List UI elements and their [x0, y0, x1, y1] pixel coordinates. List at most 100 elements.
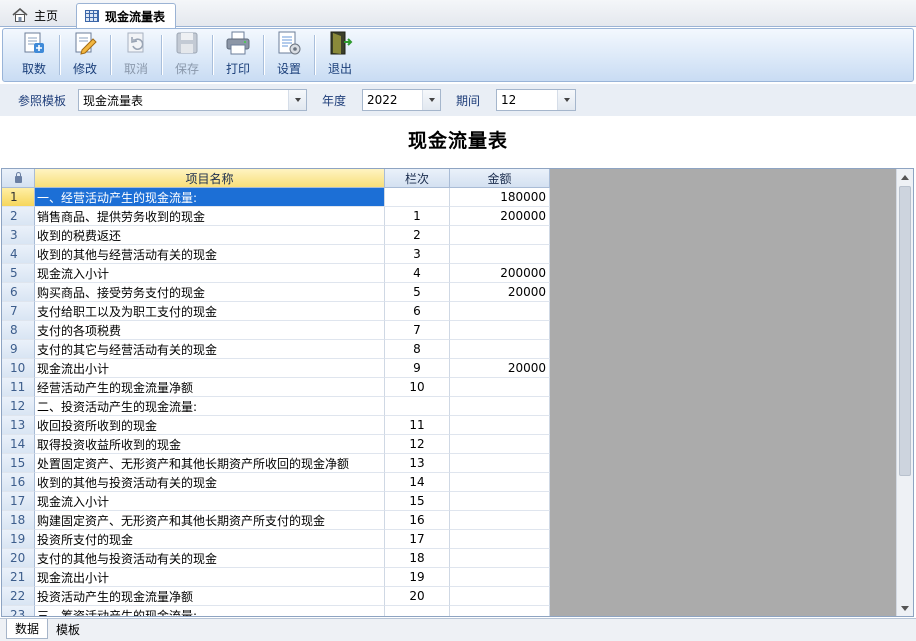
line-number-cell[interactable]: 14 [385, 473, 450, 492]
line-number-cell[interactable]: 13 [385, 454, 450, 473]
line-number-cell[interactable]: 19 [385, 568, 450, 587]
settings-button[interactable]: 设置 [264, 29, 314, 81]
line-number-cell[interactable]: 2 [385, 226, 450, 245]
row-number-cell[interactable]: 14 [2, 435, 35, 454]
table-row[interactable]: 13 收回投资所收到的现金 11 [2, 416, 550, 435]
amount-cell[interactable]: 200000 [450, 264, 550, 283]
vertical-scrollbar[interactable] [896, 169, 913, 616]
table-row[interactable]: 20 支付的其他与投资活动有关的现金 18 [2, 549, 550, 568]
item-name-cell[interactable]: 支付的各项税费 [35, 321, 385, 340]
row-number-cell[interactable]: 19 [2, 530, 35, 549]
table-row[interactable]: 7 支付给职工以及为职工支付的现金 6 [2, 302, 550, 321]
table-row[interactable]: 6 购买商品、接受劳务支付的现金 5 20000 [2, 283, 550, 302]
row-number-cell[interactable]: 12 [2, 397, 35, 416]
year-select[interactable]: 2022 [362, 89, 442, 111]
amount-cell[interactable] [450, 530, 550, 549]
row-number-cell[interactable]: 11 [2, 378, 35, 397]
scroll-up-button[interactable] [897, 169, 913, 185]
scrollbar-thumb[interactable] [899, 186, 911, 476]
amount-cell[interactable]: 20000 [450, 359, 550, 378]
line-number-cell[interactable]: 20 [385, 587, 450, 606]
table-row[interactable]: 5 现金流入小计 4 200000 [2, 264, 550, 283]
table-row[interactable]: 22 投资活动产生的现金流量净额 20 [2, 587, 550, 606]
line-number-cell[interactable] [385, 397, 450, 416]
line-number-cell[interactable]: 5 [385, 283, 450, 302]
line-number-cell[interactable] [385, 606, 450, 616]
line-number-cell[interactable]: 15 [385, 492, 450, 511]
table-row[interactable]: 18 购建固定资产、无形资产和其他长期资产所支付的现金 16 [2, 511, 550, 530]
row-number-cell[interactable]: 18 [2, 511, 35, 530]
amount-cell[interactable] [450, 245, 550, 264]
amount-cell[interactable] [450, 511, 550, 530]
row-number-cell[interactable]: 9 [2, 340, 35, 359]
save-button[interactable]: 保存 [162, 29, 212, 81]
table-row[interactable]: 21 现金流出小计 19 [2, 568, 550, 587]
table-row[interactable]: 15 处置固定资产、无形资产和其他长期资产所收回的现金净额 13 [2, 454, 550, 473]
grid-corner-cell[interactable] [2, 169, 35, 188]
row-number-cell[interactable]: 16 [2, 473, 35, 492]
chevron-down-icon[interactable] [288, 90, 307, 110]
row-number-cell[interactable]: 20 [2, 549, 35, 568]
table-row[interactable]: 11 经营活动产生的现金流量净额 10 [2, 378, 550, 397]
column-header-amount[interactable]: 金额 [450, 169, 550, 188]
table-row[interactable]: 17 现金流入小计 15 [2, 492, 550, 511]
template-select[interactable]: 现金流量表 [78, 89, 308, 111]
table-row[interactable]: 9 支付的其它与经营活动有关的现金 8 [2, 340, 550, 359]
item-name-cell[interactable]: 现金流入小计 [35, 264, 385, 283]
item-name-cell[interactable]: 购买商品、接受劳务支付的现金 [35, 283, 385, 302]
line-number-cell[interactable]: 8 [385, 340, 450, 359]
table-row[interactable]: 16 收到的其他与投资活动有关的现金 14 [2, 473, 550, 492]
column-header-line[interactable]: 栏次 [385, 169, 450, 188]
row-number-cell[interactable]: 21 [2, 568, 35, 587]
table-row[interactable]: 23 三、筹资活动产生的现金流量: [2, 606, 550, 616]
line-number-cell[interactable]: 18 [385, 549, 450, 568]
row-number-cell[interactable]: 17 [2, 492, 35, 511]
amount-cell[interactable] [450, 435, 550, 454]
item-name-cell[interactable]: 销售商品、提供劳务收到的现金 [35, 207, 385, 226]
table-row[interactable]: 4 收到的其他与经营活动有关的现金 3 [2, 245, 550, 264]
fetch-button[interactable]: 取数 [9, 29, 59, 81]
amount-cell[interactable] [450, 587, 550, 606]
row-number-cell[interactable]: 6 [2, 283, 35, 302]
amount-cell[interactable] [450, 454, 550, 473]
table-row[interactable]: 2 销售商品、提供劳务收到的现金 1 200000 [2, 207, 550, 226]
line-number-cell[interactable]: 1 [385, 207, 450, 226]
table-row[interactable]: 10 现金流出小计 9 20000 [2, 359, 550, 378]
line-number-cell[interactable]: 6 [385, 302, 450, 321]
line-number-cell[interactable]: 17 [385, 530, 450, 549]
table-row[interactable]: 12 二、投资活动产生的现金流量: [2, 397, 550, 416]
item-name-cell[interactable]: 经营活动产生的现金流量净额 [35, 378, 385, 397]
period-select[interactable]: 12 [496, 89, 577, 111]
exit-button[interactable]: 退出 [315, 29, 365, 81]
item-name-cell[interactable]: 取得投资收益所收到的现金 [35, 435, 385, 454]
table-row[interactable]: 3 收到的税费返还 2 [2, 226, 550, 245]
line-number-cell[interactable]: 16 [385, 511, 450, 530]
line-number-cell[interactable]: 10 [385, 378, 450, 397]
edit-button[interactable]: 修改 [60, 29, 110, 81]
amount-cell[interactable] [450, 340, 550, 359]
tab-home[interactable]: 主页 [4, 3, 72, 27]
sheet-tab-data[interactable]: 数据 [6, 619, 49, 639]
item-name-cell[interactable]: 投资活动产生的现金流量净额 [35, 587, 385, 606]
report-grid[interactable]: 项目名称 栏次 金额 1 一、经营活动产生的现金流量: 180000 2 销售商品、提供… [1, 168, 914, 617]
row-number-cell[interactable]: 15 [2, 454, 35, 473]
item-name-cell[interactable]: 现金流入小计 [35, 492, 385, 511]
amount-cell[interactable]: 200000 [450, 207, 550, 226]
row-number-cell[interactable]: 23 [2, 606, 35, 616]
chevron-down-icon[interactable] [422, 90, 441, 110]
table-row[interactable]: 19 投资所支付的现金 17 [2, 530, 550, 549]
amount-cell[interactable] [450, 378, 550, 397]
line-number-cell[interactable]: 11 [385, 416, 450, 435]
item-name-cell[interactable]: 收到的其他与经营活动有关的现金 [35, 245, 385, 264]
table-row[interactable]: 14 取得投资收益所收到的现金 12 [2, 435, 550, 454]
line-number-cell[interactable]: 4 [385, 264, 450, 283]
amount-cell[interactable] [450, 473, 550, 492]
item-name-cell[interactable]: 现金流出小计 [35, 359, 385, 378]
row-number-cell[interactable]: 4 [2, 245, 35, 264]
tab-cash-flow[interactable]: 现金流量表 [76, 3, 176, 28]
amount-cell[interactable] [450, 397, 550, 416]
cancel-button[interactable]: 取消 [111, 29, 161, 81]
amount-cell[interactable] [450, 302, 550, 321]
amount-cell[interactable] [450, 568, 550, 587]
row-number-cell[interactable]: 1 [2, 188, 35, 207]
